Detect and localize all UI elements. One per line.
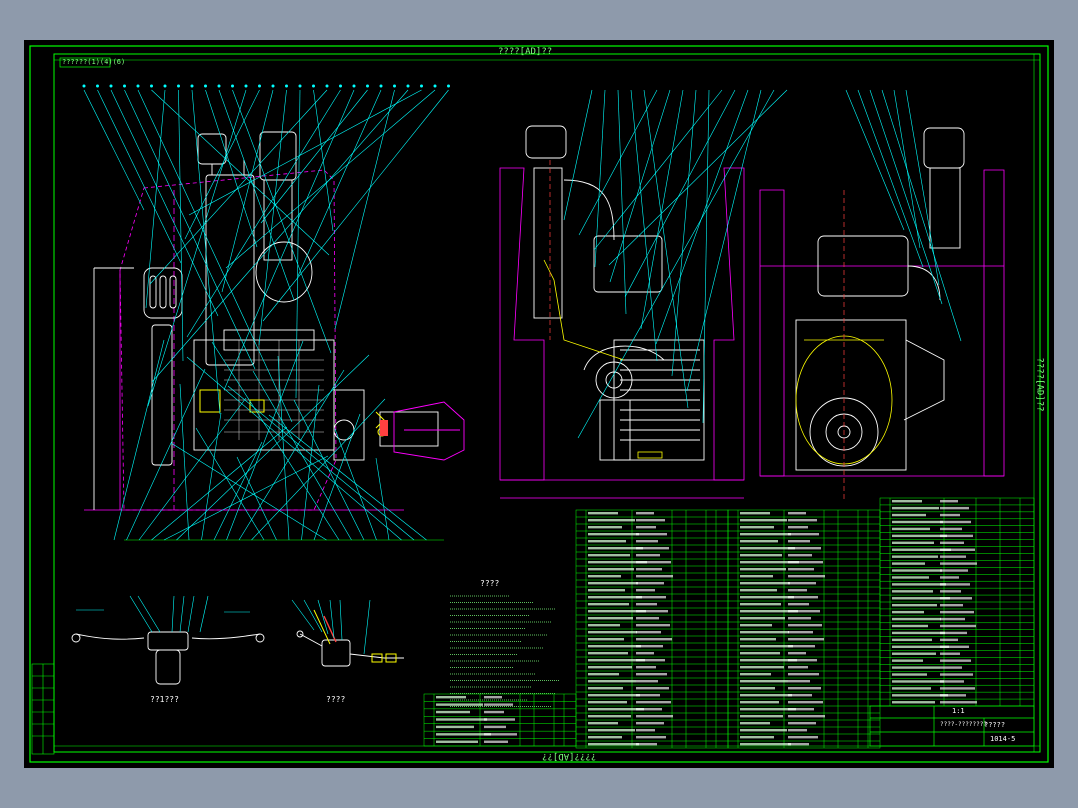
title-block-scale: 1:1 — [952, 707, 965, 715]
title-block-code: ????? — [984, 721, 1006, 729]
rear-view — [759, 127, 1005, 500]
detail-a-view — [71, 595, 265, 685]
detail-a-caption: ??1??? — [150, 695, 179, 704]
front-view-leaders — [82, 84, 450, 423]
frame-title-top: ????[AD]?? — [498, 47, 553, 57]
side-view-leaders — [563, 89, 788, 439]
left-revision-table — [31, 663, 55, 755]
parts-list-table-left — [575, 509, 881, 749]
detail-b-view — [291, 599, 404, 667]
detail-b-caption: ???? — [326, 695, 346, 704]
technical-notes — [450, 595, 559, 707]
frame-title-bottom: ????[AD]?? — [542, 751, 597, 761]
frame-title-right: ????[AD]?? — [1034, 357, 1045, 412]
front-view — [84, 131, 465, 541]
title-block-drawing-no: 1014-5 — [990, 735, 1016, 743]
title-block-company: ????-???????? — [940, 721, 987, 728]
cad-drawing-canvas[interactable] — [24, 40, 1054, 768]
corner-label: ??????(1)(4)(6) — [62, 58, 126, 66]
notes-title: ???? — [480, 579, 500, 588]
cad-viewport[interactable]: ????[AD]?? ????[AD]?? ????[AD]?? ??????(… — [24, 40, 1054, 768]
